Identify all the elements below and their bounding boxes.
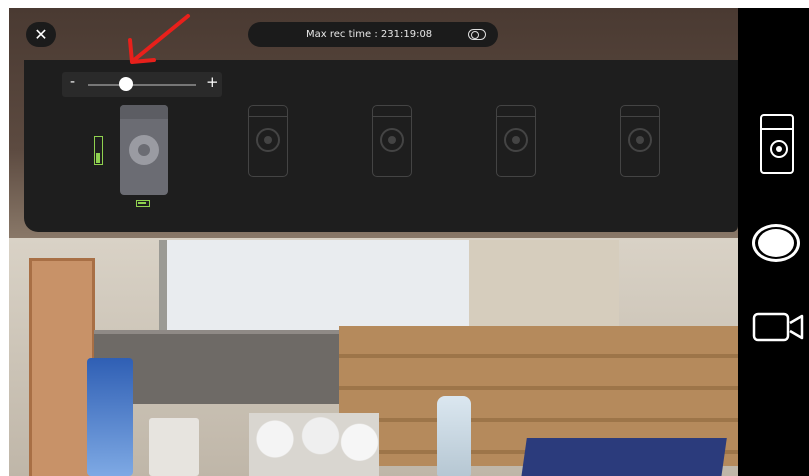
camera-device-slot[interactable] xyxy=(248,105,288,177)
max-rec-time-pill: Max rec time : 231:19:08 xyxy=(248,22,498,47)
camera-device-icon xyxy=(256,128,280,152)
zoom-slider[interactable]: - + xyxy=(62,72,222,97)
capture-sidebar xyxy=(738,8,809,476)
battery-icon xyxy=(136,200,150,207)
video-camera-icon[interactable] xyxy=(752,311,804,343)
camera-device-icon xyxy=(504,128,528,152)
camera-device-icon xyxy=(129,135,159,165)
zoom-in-button[interactable]: + xyxy=(206,73,219,91)
background-dispenser xyxy=(149,418,199,476)
device-switch-button[interactable] xyxy=(760,114,794,174)
max-rec-time-label: Max rec time : 231:19:08 xyxy=(306,29,433,40)
camera-device-slot[interactable] xyxy=(496,105,536,177)
camera-device-icon xyxy=(380,128,404,152)
device-selector-panel: - + xyxy=(24,60,738,232)
camera-device-icon xyxy=(628,128,652,152)
background-water-bottle xyxy=(437,396,471,476)
background-laptop xyxy=(521,438,727,476)
background-spray-can xyxy=(87,358,133,476)
camera-device-selected[interactable] xyxy=(120,105,168,195)
toggle-icon[interactable] xyxy=(468,29,486,40)
background-window xyxy=(159,240,485,335)
camera-device-icon xyxy=(770,140,788,158)
battery-level-icon xyxy=(94,136,103,165)
background-paper-rolls xyxy=(249,413,379,476)
shutter-button[interactable] xyxy=(752,224,800,262)
background-door xyxy=(29,258,95,476)
close-icon: ✕ xyxy=(34,25,48,44)
zoom-slider-track[interactable] xyxy=(88,84,196,86)
camera-device-slot[interactable] xyxy=(620,105,660,177)
zoom-slider-thumb[interactable] xyxy=(118,77,133,91)
background-glass-panel xyxy=(469,240,619,335)
annotation-arrow-icon xyxy=(128,14,190,64)
close-button[interactable]: ✕ xyxy=(26,22,56,47)
camera-device-slot[interactable] xyxy=(372,105,412,177)
zoom-out-button[interactable]: - xyxy=(70,74,75,90)
